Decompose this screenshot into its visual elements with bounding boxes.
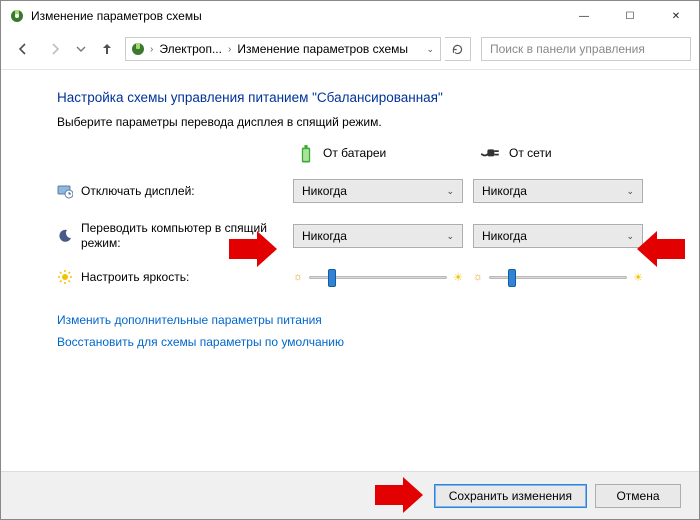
settings-grid: От батареи От сети Отключать дисплей: Ни… <box>57 145 671 285</box>
recent-locations-button[interactable] <box>73 35 89 63</box>
chevron-down-icon: ⌄ <box>626 231 634 242</box>
breadcrumb-parent[interactable]: Электроп... <box>157 42 224 56</box>
forward-button[interactable] <box>41 35 69 63</box>
combo-value: Никогда <box>482 229 527 243</box>
combo-value: Никогда <box>302 229 347 243</box>
restore-defaults-link[interactable]: Восстановить для схемы параметры по умол… <box>57 335 671 349</box>
slider-track[interactable] <box>489 270 627 284</box>
chevron-right-icon: › <box>148 44 155 55</box>
row-brightness: Настроить яркость: <box>57 269 283 285</box>
footer: Сохранить изменения Отмена <box>1 471 699 519</box>
row-sleep: Переводить компьютер в спящий режим: <box>57 221 283 251</box>
battery-icon <box>299 145 315 161</box>
column-header-ac-label: От сети <box>509 146 552 160</box>
page-heading: Настройка схемы управления питанием "Сба… <box>57 90 671 105</box>
chevron-down-icon: ⌄ <box>446 231 454 242</box>
display-off-battery-combo[interactable]: Никогда ⌄ <box>293 179 463 203</box>
brightness-ac-slider[interactable]: ☼ ☀ <box>473 270 643 284</box>
title-bar: Изменение параметров схемы — ☐ ✕ <box>1 1 699 31</box>
window-title: Изменение параметров схемы <box>25 9 561 23</box>
sleep-battery-combo[interactable]: Никогда ⌄ <box>293 224 463 248</box>
brightness-battery-slider[interactable]: ☼ ☀ <box>293 270 463 284</box>
refresh-button[interactable] <box>445 37 471 61</box>
chevron-down-icon: ⌄ <box>446 186 454 197</box>
monitor-clock-icon <box>57 183 73 199</box>
column-header-battery: От батареи <box>293 145 463 161</box>
back-button[interactable] <box>9 35 37 63</box>
chevron-down-icon: ⌄ <box>626 186 634 197</box>
combo-value: Никогда <box>302 184 347 198</box>
save-button[interactable]: Сохранить изменения <box>434 484 587 508</box>
close-button[interactable]: ✕ <box>653 1 699 31</box>
slider-track[interactable] <box>309 270 447 284</box>
combo-value: Никогда <box>482 184 527 198</box>
column-header-ac: От сети <box>473 145 643 161</box>
app-icon <box>9 8 25 24</box>
cancel-button[interactable]: Отмена <box>595 484 681 508</box>
cancel-button-label: Отмена <box>616 489 659 503</box>
row-brightness-label: Настроить яркость: <box>81 270 189 285</box>
address-bar[interactable]: › Электроп... › Изменение параметров схе… <box>125 37 441 61</box>
display-off-ac-combo[interactable]: Никогда ⌄ <box>473 179 643 203</box>
content-area: Настройка схемы управления питанием "Сба… <box>1 70 699 349</box>
chevron-right-icon: › <box>226 44 233 55</box>
maximize-button[interactable]: ☐ <box>607 1 653 31</box>
row-display-off-label: Отключать дисплей: <box>81 184 195 199</box>
ac-plug-icon <box>479 145 501 161</box>
breadcrumb-current[interactable]: Изменение параметров схемы <box>235 42 410 56</box>
save-button-label: Сохранить изменения <box>449 489 572 503</box>
moon-icon <box>57 228 73 244</box>
sleep-ac-combo[interactable]: Никогда ⌄ <box>473 224 643 248</box>
sun-dim-icon: ☼ <box>473 271 483 283</box>
window-controls: — ☐ ✕ <box>561 1 699 31</box>
sun-dim-icon: ☼ <box>293 271 303 283</box>
sun-bright-icon: ☀ <box>453 271 463 284</box>
sun-icon <box>57 269 73 285</box>
advanced-settings-link[interactable]: Изменить дополнительные параметры питани… <box>57 313 671 327</box>
row-sleep-label: Переводить компьютер в спящий режим: <box>81 221 271 251</box>
address-dropdown-button[interactable]: ⌄ <box>422 44 438 55</box>
nav-bar: › Электроп... › Изменение параметров схе… <box>1 31 699 67</box>
page-subtext: Выберите параметры перевода дисплея в сп… <box>57 115 671 129</box>
minimize-button[interactable]: — <box>561 1 607 31</box>
up-button[interactable] <box>93 35 121 63</box>
power-options-icon <box>130 41 146 57</box>
sun-bright-icon: ☀ <box>633 271 643 284</box>
search-box[interactable] <box>481 37 691 61</box>
row-display-off: Отключать дисплей: <box>57 183 283 199</box>
links-section: Изменить дополнительные параметры питани… <box>57 313 671 349</box>
search-input[interactable] <box>488 41 684 57</box>
column-header-battery-label: От батареи <box>323 146 386 160</box>
